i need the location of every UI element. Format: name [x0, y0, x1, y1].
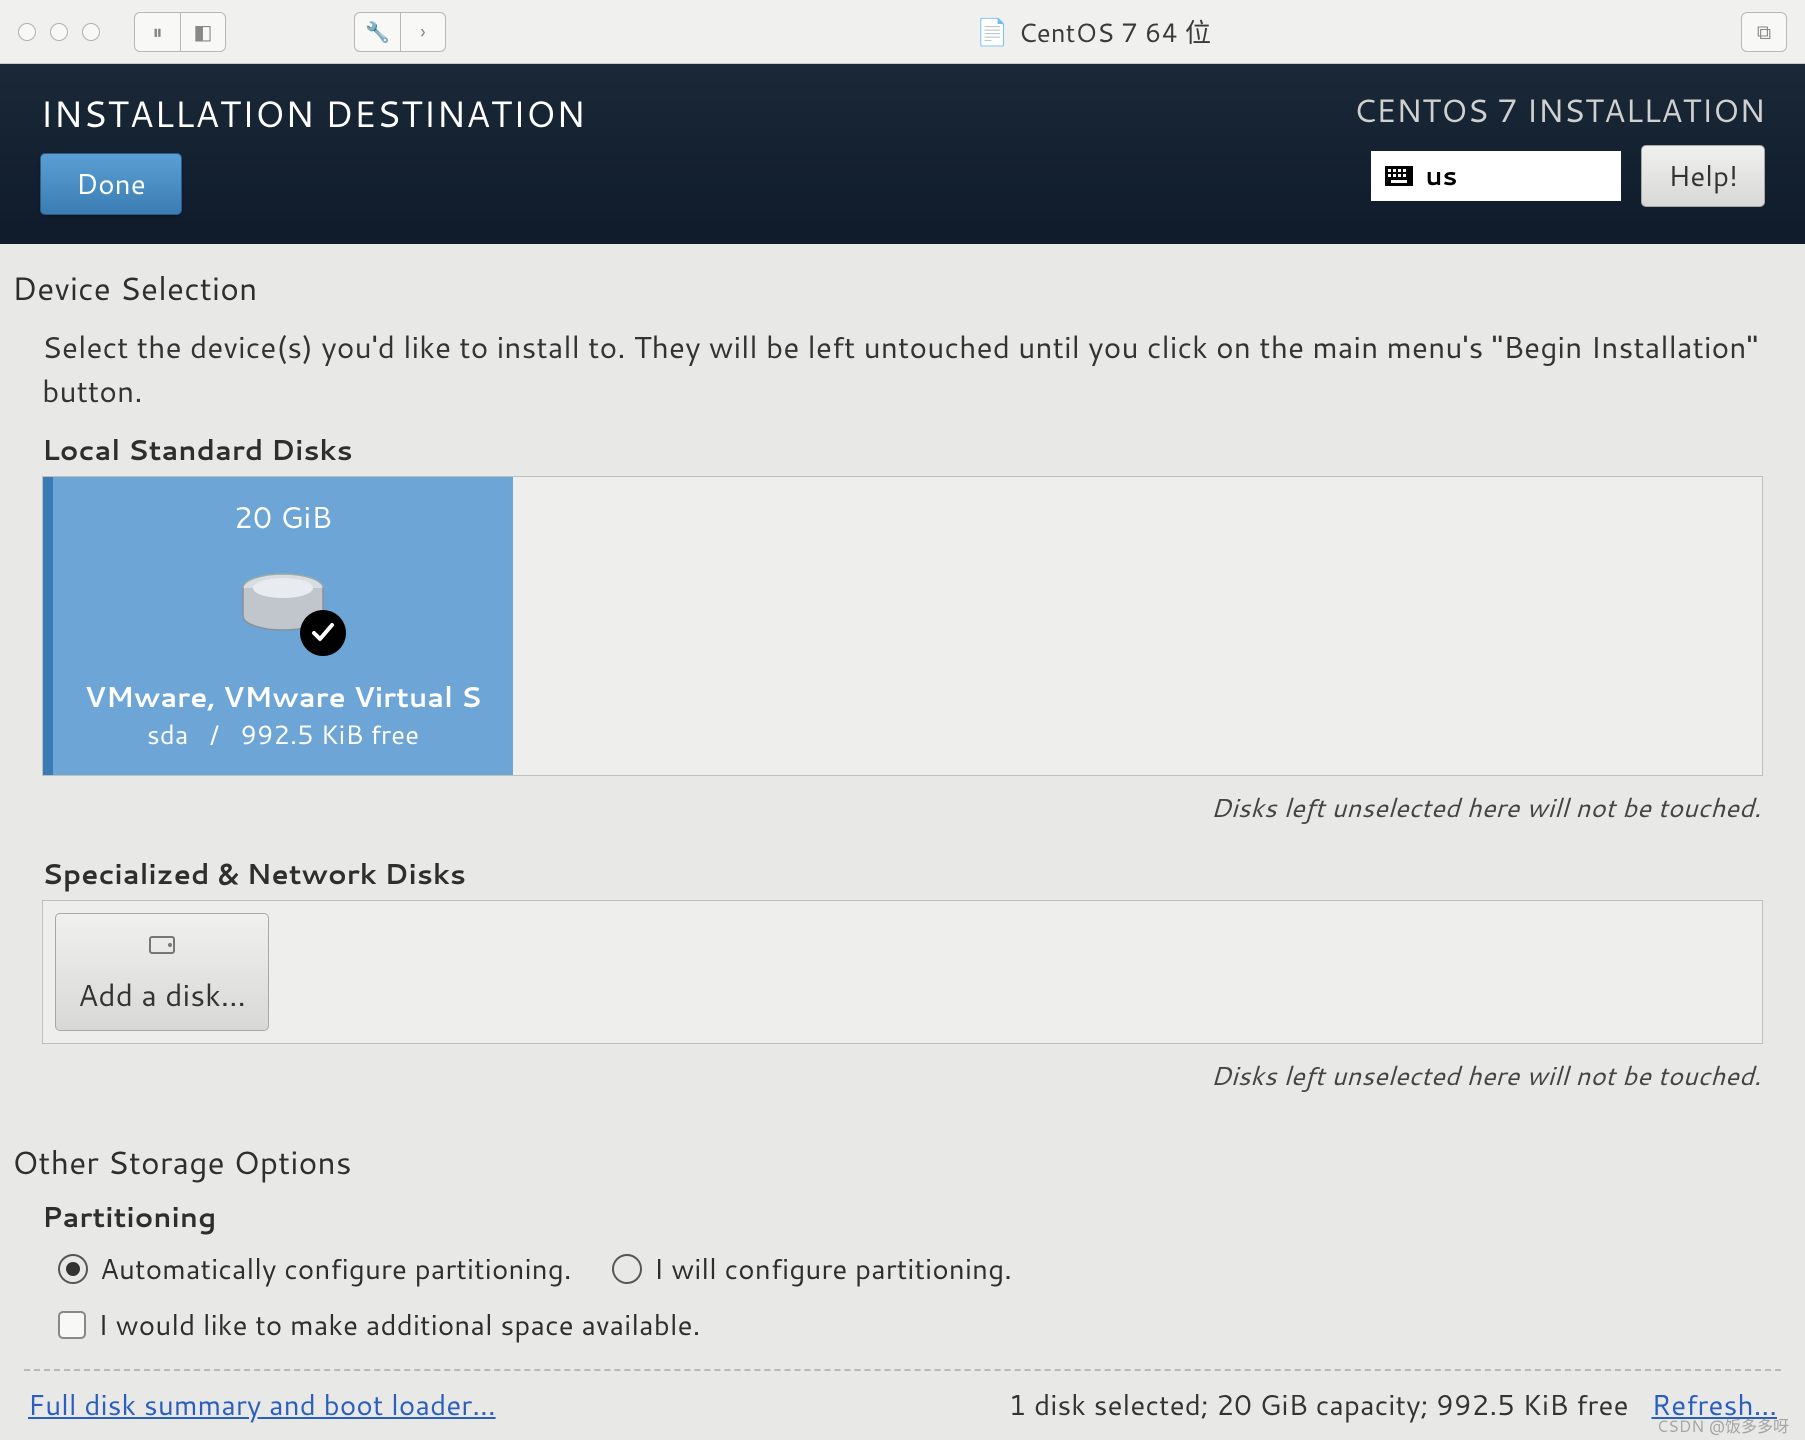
keyboard-layout-text: us — [1425, 158, 1457, 194]
local-disks-container: 20 GiB VMware, VMware Virtual S sda / 99… — [42, 476, 1763, 776]
checkbox-reclaim-space[interactable]: I would like to make additional space av… — [58, 1305, 700, 1345]
network-disks-container: Add a disk... — [42, 900, 1763, 1044]
add-disk-icon — [148, 924, 176, 967]
document-icon: 📄 — [976, 14, 1008, 50]
radio-icon — [58, 1254, 88, 1284]
checkbox-icon — [58, 1311, 86, 1339]
minimize-dot[interactable] — [50, 23, 68, 41]
disk-capacity: 20 GiB — [234, 495, 332, 538]
radio-auto-label: Automatically configure partitioning. — [100, 1249, 572, 1289]
radio-icon — [612, 1254, 642, 1284]
product-title: CENTOS 7 INSTALLATION — [1353, 88, 1765, 133]
network-disks-note: Disks left unselected here will not be t… — [12, 1044, 1793, 1122]
disk-device-line: sda / 992.5 KiB free — [85, 717, 482, 753]
full-disk-summary-link[interactable]: Full disk summary and boot loader... — [28, 1385, 496, 1425]
installer-header: INSTALLATION DESTINATION Done CENTOS 7 I… — [0, 64, 1805, 244]
radio-auto-partition[interactable]: Automatically configure partitioning. — [58, 1249, 572, 1289]
pause-button[interactable]: ⏸ — [134, 12, 180, 52]
footer: Full disk summary and boot loader... 1 d… — [12, 1385, 1793, 1437]
watermark: CSDN @饭多多呀 — [1657, 1413, 1789, 1438]
disk-tile-sda[interactable]: 20 GiB VMware, VMware Virtual S sda / 99… — [43, 477, 513, 775]
partitioning-heading: Partitioning — [12, 1197, 1793, 1237]
snapshot-button[interactable]: ◧ — [180, 12, 226, 52]
add-disk-button[interactable]: Add a disk... — [55, 913, 269, 1031]
local-disks-heading: Local Standard Disks — [12, 430, 1793, 470]
page-title: INSTALLATION DESTINATION — [40, 88, 586, 139]
add-disk-label: Add a disk... — [78, 973, 246, 1016]
settings-button[interactable]: 🔧 — [354, 12, 400, 52]
done-button[interactable]: Done — [40, 153, 182, 215]
keyboard-indicator[interactable]: us — [1371, 151, 1621, 201]
divider — [24, 1369, 1781, 1371]
window-title-text: CentOS 7 64 位 — [1018, 13, 1211, 51]
help-button[interactable]: Help! — [1641, 145, 1765, 207]
disk-model: VMware, VMware Virtual S — [85, 677, 482, 717]
footer-status: 1 disk selected; 20 GiB capacity; 992.5 … — [1009, 1385, 1629, 1425]
device-selection-heading: Device Selection — [12, 266, 1793, 311]
disk-free: 992.5 KiB free — [240, 717, 419, 753]
keyboard-icon — [1385, 166, 1413, 186]
vm-titlebar: ⏸ ◧ 🔧 › 📄 CentOS 7 64 位 ⧉ — [0, 0, 1805, 64]
zoom-dot[interactable] — [82, 23, 100, 41]
window-controls — [18, 23, 100, 41]
fullscreen-button[interactable]: ⧉ — [1741, 12, 1787, 52]
forward-button[interactable]: › — [400, 12, 446, 52]
device-selection-description: Select the device(s) you'd like to insta… — [12, 325, 1793, 430]
local-disks-note: Disks left unselected here will not be t… — [12, 776, 1793, 854]
check-icon — [300, 610, 346, 656]
radio-manual-partition[interactable]: I will configure partitioning. — [612, 1249, 1012, 1289]
content-area: Device Selection Select the device(s) yo… — [0, 244, 1805, 1437]
network-disks-heading: Specialized & Network Disks — [12, 854, 1793, 894]
checkbox-reclaim-label: I would like to make additional space av… — [98, 1305, 700, 1345]
window-title: 📄 CentOS 7 64 位 — [460, 13, 1727, 51]
other-storage-heading: Other Storage Options — [12, 1140, 1793, 1185]
disk-device: sda — [147, 717, 189, 753]
radio-manual-label: I will configure partitioning. — [654, 1249, 1012, 1289]
disk-icon-wrap — [238, 570, 328, 646]
close-dot[interactable] — [18, 23, 36, 41]
